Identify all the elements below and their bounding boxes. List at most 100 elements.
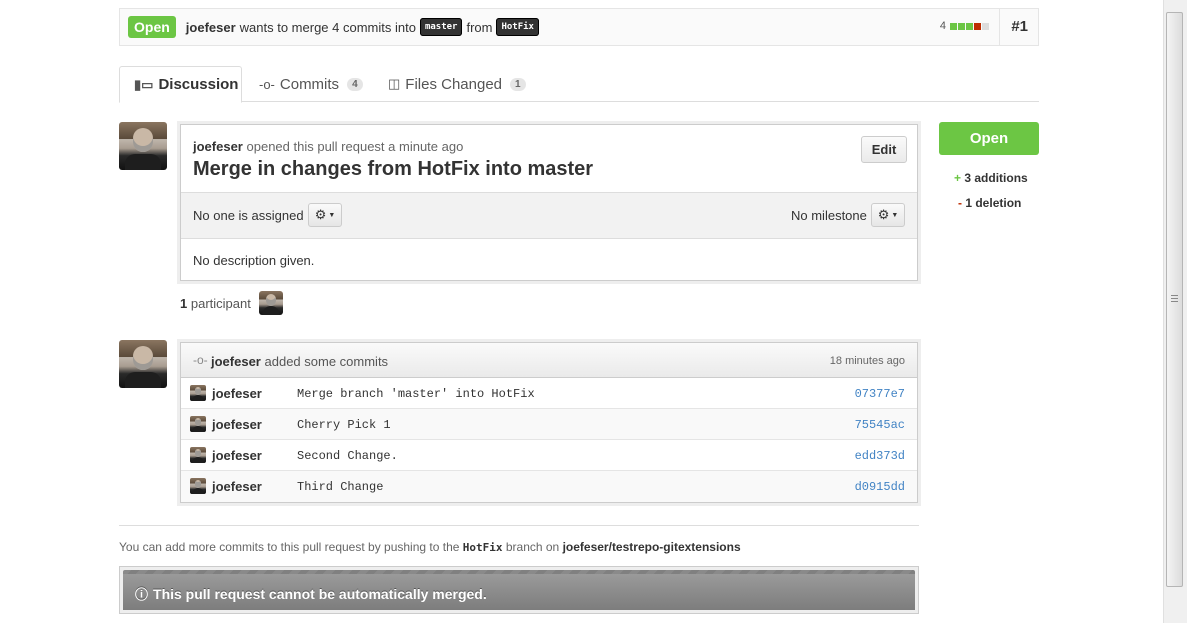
file-diff-icon: ◫ — [388, 76, 401, 91]
pull-request-header: Open joefeser wants to merge 4 commits i… — [119, 8, 1039, 46]
chevron-down-icon: ▼ — [328, 211, 336, 219]
commit-sha[interactable]: 07377e7 — [855, 387, 905, 401]
diffstat-block-add — [950, 22, 957, 30]
commits-box: -o- joefeser added some commits 18 minut… — [180, 342, 918, 503]
participants: 1 participant — [180, 296, 251, 311]
avatar[interactable] — [190, 447, 206, 463]
milestone-label: No milestone — [791, 208, 867, 223]
discussion-box: joefeser opened this pull request a minu… — [180, 124, 918, 281]
commit-author[interactable]: joefeser — [212, 417, 262, 432]
commit-icon: -o- — [193, 353, 208, 367]
state-badge: Open — [128, 16, 176, 38]
pull-request-number: #1 — [1011, 18, 1028, 35]
additions-text: 3 additions — [964, 171, 1028, 185]
commit-author[interactable]: joefeser — [212, 448, 262, 463]
assignee-gear-button[interactable]: ⚙ ▼ — [308, 203, 342, 227]
diffstat[interactable]: 4 — [940, 20, 990, 32]
state-button[interactable]: Open — [939, 122, 1039, 155]
commits-header-text: joefeser added some commits — [211, 354, 388, 369]
edit-button[interactable]: Edit — [861, 136, 907, 163]
author-link[interactable]: joefeser — [186, 20, 236, 35]
commits-action: added some commits — [264, 354, 389, 369]
discussion-author[interactable]: joefeser — [193, 139, 243, 154]
commits-author[interactable]: joefeser — [211, 354, 261, 369]
pull-request-title: Merge in changes from HotFix into master — [193, 158, 594, 180]
participant-avatar[interactable] — [259, 291, 283, 315]
chevron-down-icon: ▼ — [891, 211, 899, 219]
commit-sha[interactable]: edd373d — [855, 449, 905, 463]
diffstat-block-delete — [974, 22, 981, 30]
pull-request-description: No description given. — [193, 253, 315, 268]
divider — [119, 525, 919, 526]
commit-row: joefeser Second Change. edd373d — [181, 440, 917, 471]
avatar[interactable] — [190, 478, 206, 494]
scrollbar-thumb[interactable] — [1166, 12, 1183, 587]
merge-status-banner: ⓘ This pull request cannot be automatical… — [123, 570, 915, 610]
participant-label: participant — [190, 296, 251, 311]
push-note: You can add more commits to this pull re… — [119, 540, 741, 554]
avatar[interactable] — [119, 340, 167, 388]
vertical-scrollbar[interactable] — [1163, 0, 1187, 623]
milestone-gear-button[interactable]: ⚙ ▼ — [871, 203, 905, 227]
tab-commits[interactable]: -o- Commits 4 — [259, 66, 363, 102]
header-summary: joefeser wants to merge 4 commits into m… — [186, 18, 543, 36]
pull-request-tabs: ▮▭ Discussion -o- Commits 4 ◫ Files Chan… — [119, 66, 1039, 103]
commit-sha[interactable]: d0915dd — [855, 480, 905, 494]
head-branch-label[interactable]: HotFix — [496, 18, 539, 36]
deletions-sign: - — [958, 196, 962, 210]
additions-sign: + — [954, 171, 962, 185]
commit-list: joefeser Merge branch 'master' into HotF… — [181, 378, 917, 502]
deletions-stat[interactable]: - 1 deletion — [958, 196, 1021, 210]
discussion-meta: joefeser opened this pull request a minu… — [193, 139, 463, 154]
info-icon: ⓘ — [135, 587, 149, 602]
discussion-meta-text: opened this pull request a minute ago — [246, 139, 464, 154]
scrollbar-grip-icon — [1171, 295, 1178, 302]
deletions-text: 1 deletion — [965, 196, 1022, 210]
push-note-repo[interactable]: joefeser/testrepo-gitextensions — [563, 540, 741, 554]
diffstat-block-add — [966, 22, 973, 30]
commit-row: joefeser Third Change d0915dd — [181, 471, 917, 502]
gear-icon: ⚙ — [314, 207, 327, 222]
commits-time: 18 minutes ago — [829, 355, 905, 367]
tab-files-changed[interactable]: ◫ Files Changed 1 — [388, 66, 526, 102]
header-from-text: from — [466, 19, 493, 35]
merge-status-box: ⓘ This pull request cannot be automatical… — [119, 566, 919, 614]
gear-icon: ⚙ — [877, 207, 890, 222]
commit-author[interactable]: joefeser — [212, 386, 262, 401]
avatar[interactable] — [190, 385, 206, 401]
tab-files-count: 1 — [510, 77, 526, 91]
diffstat-block-add — [958, 22, 965, 30]
assignee-label: No one is assigned — [193, 208, 304, 223]
push-note-middle: branch on — [505, 540, 560, 554]
commit-icon: -o- — [259, 76, 275, 92]
tab-discussion[interactable]: ▮▭ Discussion — [119, 66, 242, 103]
avatar[interactable] — [190, 416, 206, 432]
assignment-row: No one is assigned ⚙ ▼ No milestone ⚙ ▼ — [181, 192, 917, 239]
commit-author[interactable]: joefeser — [212, 479, 262, 494]
commit-message[interactable]: Third Change — [297, 480, 383, 494]
commit-message[interactable]: Merge branch 'master' into HotFix — [297, 387, 535, 401]
diffstat-block-neutral — [982, 22, 989, 30]
additions-stat[interactable]: + 3 additions — [954, 171, 1028, 185]
commit-message[interactable]: Second Change. — [297, 449, 398, 463]
commit-row: joefeser Cherry Pick 1 75545ac — [181, 409, 917, 440]
header-divider — [999, 9, 1000, 45]
tab-commits-label: Commits — [279, 75, 340, 93]
participant-count: 1 — [180, 296, 188, 311]
push-note-before: You can add more commits to this pull re… — [119, 540, 460, 554]
commit-message[interactable]: Cherry Pick 1 — [297, 418, 391, 432]
commits-header: -o- joefeser added some commits 18 minut… — [181, 343, 917, 378]
commit-sha[interactable]: 75545ac — [855, 418, 905, 432]
base-branch-label[interactable]: master — [419, 18, 463, 36]
discussion-icon: ▮▭ — [134, 76, 154, 92]
merge-status-message: ⓘ This pull request cannot be automatical… — [135, 584, 487, 603]
tab-files-label: Files Changed — [405, 75, 503, 93]
tab-commits-count: 4 — [347, 77, 363, 91]
commit-row: joefeser Merge branch 'master' into HotF… — [181, 378, 917, 409]
avatar[interactable] — [119, 122, 167, 170]
merge-status-text: This pull request cannot be automaticall… — [153, 586, 487, 602]
tab-discussion-label: Discussion — [158, 76, 239, 93]
header-merge-text: wants to merge 4 commits into — [239, 19, 416, 35]
diffstat-count: 4 — [939, 20, 946, 32]
push-note-branch: HotFix — [462, 541, 503, 554]
